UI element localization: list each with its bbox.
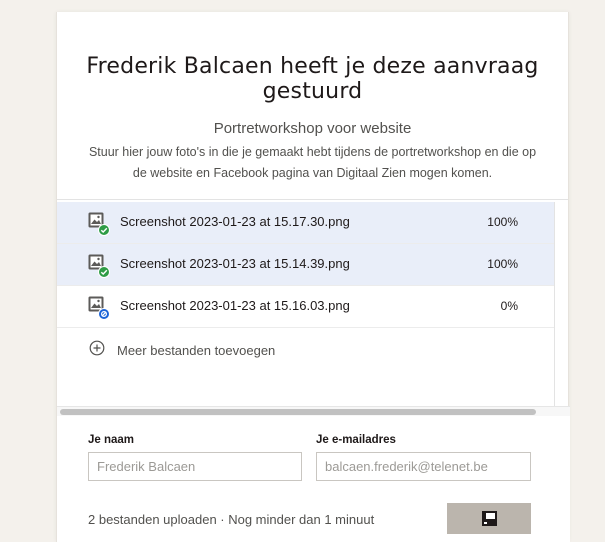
- file-progress: 100%: [487, 215, 518, 229]
- sender-form: Je naam Je e-mailadres 2 bestanden uploa…: [57, 416, 570, 542]
- upload-status-text: 2 bestanden uploaden · Nog minder dan 1 …: [88, 512, 375, 527]
- request-subtitle: Portretworkshop voor website: [213, 120, 412, 137]
- file-row[interactable]: Screenshot 2023-01-23 at 15.14.39.png 10…: [57, 244, 554, 286]
- file-row[interactable]: Screenshot 2023-01-23 at 15.17.30.png 10…: [57, 202, 554, 244]
- scrollbar-thumb[interactable]: [60, 409, 536, 415]
- check-badge-icon: [98, 266, 110, 278]
- loading-spinner-icon: [482, 511, 497, 526]
- file-request-card: Frederik Balcaen heeft je deze aanvraag …: [56, 12, 570, 542]
- horizontal-scrollbar[interactable]: [57, 406, 570, 416]
- page-title: Frederik Balcaen heeft je deze aanvraag …: [86, 54, 539, 104]
- file-name: Screenshot 2023-01-23 at 15.14.39.png: [120, 256, 350, 271]
- email-input[interactable]: [316, 452, 531, 481]
- request-description: Stuur hier jouw foto's in die je gemaakt…: [88, 145, 537, 180]
- file-progress: 100%: [487, 257, 518, 271]
- file-row[interactable]: Screenshot 2023-01-23 at 15.16.03.png 0%: [57, 286, 554, 328]
- file-list: Screenshot 2023-01-23 at 15.17.30.png 10…: [57, 202, 555, 412]
- file-name: Screenshot 2023-01-23 at 15.16.03.png: [120, 298, 350, 313]
- name-input[interactable]: [88, 452, 302, 481]
- request-header: Frederik Balcaen heeft je deze aanvraag …: [57, 12, 568, 200]
- add-more-files-button[interactable]: Meer bestanden toevoegen: [57, 328, 554, 370]
- file-name: Screenshot 2023-01-23 at 15.17.30.png: [120, 214, 350, 229]
- plus-circle-icon: [89, 340, 105, 356]
- file-progress: 0%: [500, 299, 518, 313]
- name-label: Je naam: [88, 434, 135, 446]
- pending-badge-icon: [98, 308, 110, 320]
- check-badge-icon: [98, 224, 110, 236]
- upload-button[interactable]: [447, 503, 531, 534]
- add-more-label: Meer bestanden toevoegen: [117, 343, 276, 358]
- email-label: Je e-mailadres: [316, 434, 396, 446]
